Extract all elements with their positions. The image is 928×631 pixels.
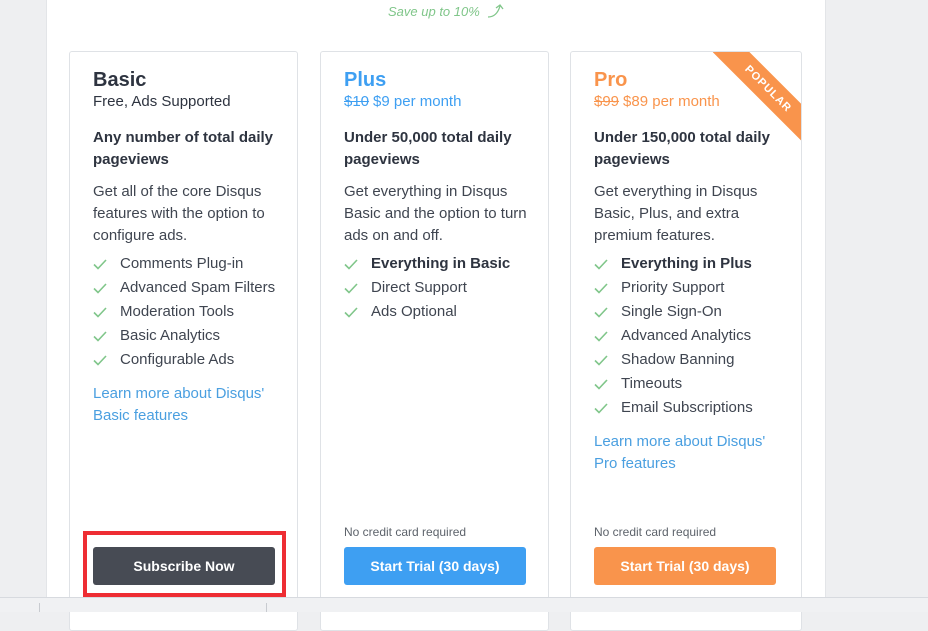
bottom-bar	[0, 597, 928, 612]
feature-label: Everything in Basic	[371, 255, 511, 272]
feature-label: Advanced Analytics	[621, 327, 752, 344]
plan-price: $99 $89 per month	[594, 92, 720, 112]
save-note-text: Save up to 10%	[388, 3, 480, 19]
feature-item: Single Sign-On	[594, 300, 753, 324]
check-icon	[93, 354, 120, 366]
check-icon	[344, 282, 371, 294]
curved-arrow-icon	[487, 4, 504, 18]
subscribe-now-button[interactable]: Subscribe Now	[93, 547, 275, 585]
feature-item: Priority Support	[594, 276, 753, 300]
check-icon	[594, 330, 621, 342]
old-price: $99	[594, 93, 620, 110]
feature-label: Comments Plug-in	[120, 255, 244, 272]
feature-label: Ads Optional	[371, 303, 457, 320]
check-icon	[594, 378, 621, 390]
feature-item: Configurable Ads	[93, 348, 275, 372]
current-price: $9 per month	[373, 93, 462, 110]
feature-label: Shadow Banning	[621, 351, 735, 368]
plan-card-plus: Plus $10 $9 per month Under 50,000 total …	[320, 51, 549, 631]
plan-description: Get everything in Disqus Basic, Plus, an…	[594, 183, 758, 244]
plan-pageviews: Any number of total daily pageviews	[93, 129, 274, 168]
feature-item: Moderation Tools	[93, 300, 275, 324]
feature-label: Moderation Tools	[120, 303, 234, 320]
check-icon	[594, 258, 621, 270]
feature-label: Priority Support	[621, 279, 725, 296]
check-icon	[344, 306, 371, 318]
check-icon	[93, 282, 120, 294]
plan-description: Get everything in Disqus Basic and the o…	[344, 183, 527, 244]
feature-label: Email Subscriptions	[621, 399, 753, 416]
feature-item: Ads Optional	[344, 300, 510, 324]
feature-item: Advanced Analytics	[594, 324, 753, 348]
check-icon	[344, 258, 371, 270]
feature-list: Everything in Basic Direct Support Ads O…	[344, 252, 510, 324]
feature-label: Single Sign-On	[621, 303, 722, 320]
feature-item: Everything in Basic	[344, 252, 510, 276]
check-icon	[93, 258, 120, 270]
check-icon	[594, 402, 621, 414]
no-credit-card-note: No credit card required	[344, 525, 467, 539]
plan-description: Get all of the core Disqus features with…	[93, 183, 265, 244]
feature-list: Comments Plug-in Advanced Spam Filters M…	[93, 252, 275, 372]
plan-pageviews: Under 50,000 total daily pageviews	[344, 129, 512, 168]
check-icon	[594, 282, 621, 294]
feature-label: Configurable Ads	[120, 351, 235, 368]
plan-pageviews: Under 150,000 total daily pageviews	[594, 129, 770, 168]
feature-item: Basic Analytics	[93, 324, 275, 348]
plan-name: Plus	[344, 69, 387, 91]
learn-more-pro-link[interactable]: Learn more about Disqus' Pro features	[594, 431, 784, 475]
feature-item: Timeouts	[594, 372, 753, 396]
feature-item: Email Subscriptions	[594, 396, 753, 420]
feature-label: Direct Support	[371, 279, 467, 296]
no-credit-card-note: No credit card required	[594, 525, 717, 539]
plan-card-basic: Basic Free, Ads Supported Any number of …	[69, 51, 298, 631]
check-icon	[594, 354, 621, 366]
feature-label: Everything in Plus	[621, 255, 752, 272]
feature-item: Everything in Plus	[594, 252, 753, 276]
current-price: $89 per month	[623, 93, 720, 110]
start-trial-pro-button[interactable]: Start Trial (30 days)	[594, 547, 776, 585]
check-icon	[594, 306, 621, 318]
plan-price: Free, Ads Supported	[93, 93, 231, 110]
plan-card-pro: POPULAR Pro $99 $89 per month Under 150,0…	[570, 51, 802, 631]
plan-name: Basic	[93, 69, 147, 91]
learn-more-basic-link[interactable]: Learn more about Disqus' Basic features	[93, 383, 283, 427]
plan-price: $10 $9 per month	[344, 92, 461, 112]
save-note: Save up to 10%	[388, 2, 508, 20]
feature-label: Timeouts	[621, 375, 683, 392]
feature-item: Direct Support	[344, 276, 510, 300]
old-price: $10	[344, 93, 370, 110]
feature-item: Shadow Banning	[594, 348, 753, 372]
feature-item: Comments Plug-in	[93, 252, 275, 276]
feature-list: Everything in Plus Priority Support Sing…	[594, 252, 753, 420]
plan-name: Pro	[594, 69, 628, 91]
check-icon	[93, 330, 120, 342]
feature-label: Basic Analytics	[120, 327, 221, 344]
feature-item: Advanced Spam Filters	[93, 276, 275, 300]
feature-label: Advanced Spam Filters	[120, 279, 276, 296]
start-trial-plus-button[interactable]: Start Trial (30 days)	[344, 547, 526, 585]
check-icon	[93, 306, 120, 318]
